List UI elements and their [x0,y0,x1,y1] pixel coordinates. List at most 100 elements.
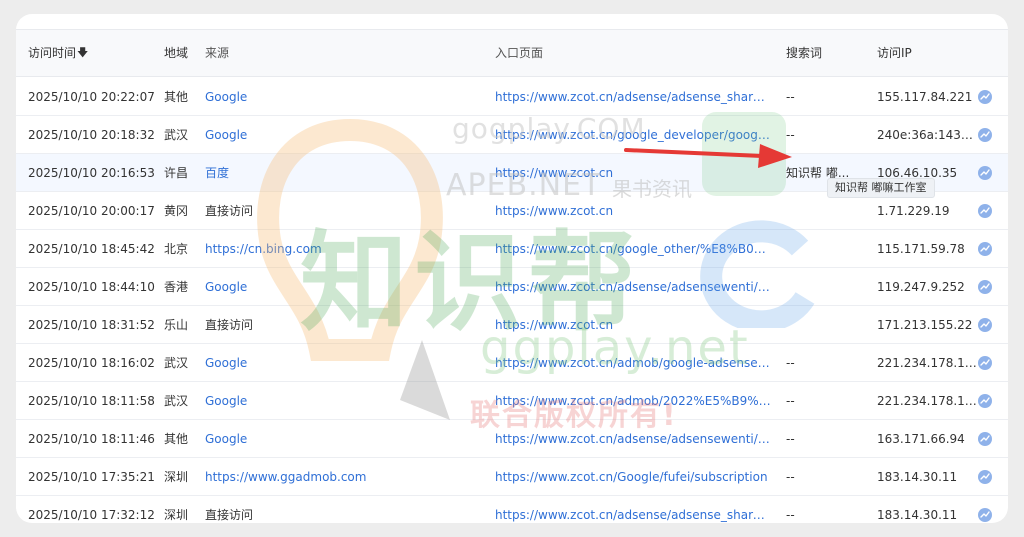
table-row[interactable]: 2025/10/10 17:32:12 深圳 直接访问 https://www.zco… [16,496,1008,523]
cell-region: 许昌 [164,165,189,180]
cell-region: 武汉 [164,127,189,142]
cell-entry-page-link[interactable]: https://www.zcot.cn/adsense/adsense_shar… [495,78,771,115]
row-action[interactable] [974,268,996,305]
cell-entry-page-link[interactable]: https://www.zcot.cn/adsense/adsensewenti… [495,268,771,305]
row-action[interactable] [974,420,996,457]
cell-search-keyword [786,230,866,267]
table-header: 访问时间 🡇 地域 来源 入口页面 搜索词 访问IP [16,29,1008,77]
cell-visit-ip: 155.117.84.221 [877,89,973,104]
cell-entry-page-link[interactable]: https://www.zcot.cn/adsense/adsense_shar… [495,496,771,523]
header-search-keyword: 搜索词 [786,46,823,60]
cell-source[interactable]: https://www.ggadmob.com [205,458,493,495]
keyword-tooltip: 知识帮 嘟嘛工作室 [827,178,935,198]
trend-chart-icon[interactable] [978,203,992,218]
cell-search-keyword: -- [786,507,795,522]
cell-region: 香港 [164,279,189,294]
visit-log-card: 访问时间 🡇 地域 来源 入口页面 搜索词 访问IP 2025/10/10 20:… [16,14,1008,523]
table-row[interactable]: 2025/10/10 18:16:02 武汉 Google https://www.z… [16,344,1008,382]
cell-entry-page-link[interactable]: https://www.zcot.cn/google_other/%E8%B0%… [495,230,771,267]
table-row[interactable]: 2025/10/10 18:45:42 北京 https://cn.bing.com… [16,230,1008,268]
cell-region: 武汉 [164,355,189,370]
cell-source[interactable]: Google [205,420,493,457]
cell-source[interactable]: Google [205,268,493,305]
cell-entry-page-link[interactable]: https://www.zcot.cn [495,154,771,191]
cell-visit-time: 2025/10/10 20:22:07 [28,89,155,104]
table-row[interactable]: 2025/10/10 18:44:10 香港 Google https://www.z… [16,268,1008,306]
trend-chart-icon[interactable] [978,165,992,180]
cell-visit-ip: 115.171.59.78 [877,241,965,256]
cell-source[interactable]: https://cn.bing.com [205,230,493,267]
row-action[interactable] [974,496,996,523]
row-action[interactable] [974,78,996,115]
cell-visit-time: 2025/10/10 20:18:32 [28,127,155,142]
cell-source[interactable]: Google [205,78,493,115]
arrow-down-icon[interactable]: 🡇 [77,34,88,72]
cell-region: 黄冈 [164,203,189,218]
row-action[interactable] [974,154,996,191]
cell-visit-time: 2025/10/10 18:16:02 [28,355,155,370]
row-action[interactable] [974,116,996,153]
header-source: 来源 [205,46,230,60]
cell-entry-page-link[interactable]: https://www.zcot.cn/admob/google-adsense… [495,344,771,381]
row-action[interactable] [974,306,996,343]
cell-visit-time: 2025/10/10 18:44:10 [28,279,155,294]
cell-search-keyword [786,306,866,343]
cell-visit-time: 2025/10/10 18:31:52 [28,317,155,332]
cell-source: 直接访问 [205,203,254,218]
header-visit-time[interactable]: 访问时间 🡇 [28,30,162,76]
table-row[interactable]: 2025/10/10 20:18:32 武汉 Google https://www.z… [16,116,1008,154]
cell-entry-page-link[interactable]: https://www.zcot.cn/admob/2022%E5%B9%B4.… [495,382,771,419]
row-action[interactable] [974,192,996,229]
cell-region: 其他 [164,89,189,104]
cell-visit-ip: 171.213.155.22 [877,317,973,332]
cell-source: 直接访问 [205,317,254,332]
trend-chart-icon[interactable] [978,127,992,142]
cell-entry-page-link[interactable]: https://www.zcot.cn/google_developer/goo… [495,116,771,153]
cell-visit-ip: 240e:36a:1437:... [877,127,977,142]
trend-chart-icon[interactable] [978,355,992,370]
table-row[interactable]: 2025/10/10 18:11:58 武汉 Google https://www.z… [16,382,1008,420]
cell-region: 乐山 [164,317,189,332]
cell-visit-time: 2025/10/10 18:11:46 [28,431,155,446]
row-action[interactable] [974,344,996,381]
cell-search-keyword: -- [786,355,795,370]
cell-source[interactable]: Google [205,116,493,153]
row-action[interactable] [974,382,996,419]
cell-visit-ip: 221.234.178.176 [877,393,977,408]
cell-visit-time: 2025/10/10 20:00:17 [28,203,155,218]
trend-chart-icon[interactable] [978,393,992,408]
cell-entry-page-link[interactable]: https://www.zcot.cn [495,306,771,343]
cell-search-keyword: -- [786,469,795,484]
cell-search-keyword: -- [786,89,795,104]
cell-search-keyword [786,268,866,305]
table-row[interactable]: 2025/10/10 20:22:07 其他 Google https://www.z… [16,78,1008,116]
cell-entry-page-link[interactable]: https://www.zcot.cn/adsense/adsensewenti… [495,420,771,457]
trend-chart-icon[interactable] [978,507,992,522]
trend-chart-icon[interactable] [978,431,992,446]
trend-chart-icon[interactable] [978,89,992,104]
cell-search-keyword: -- [786,393,795,408]
table-row[interactable]: 2025/10/10 18:11:46 其他 Google https://www.z… [16,420,1008,458]
cell-source[interactable]: Google [205,344,493,381]
trend-chart-icon[interactable] [978,317,992,332]
cell-source: 直接访问 [205,507,254,522]
cell-source[interactable]: 百度 [205,154,493,191]
cell-visit-time: 2025/10/10 18:45:42 [28,241,155,256]
cell-visit-time: 2025/10/10 17:35:21 [28,469,155,484]
cell-visit-time: 2025/10/10 18:11:58 [28,393,155,408]
cell-region: 武汉 [164,393,189,408]
cell-visit-time: 2025/10/10 17:32:12 [28,507,155,522]
cell-source[interactable]: Google [205,382,493,419]
row-action[interactable] [974,458,996,495]
table-row[interactable]: 2025/10/10 18:31:52 乐山 直接访问 https://www.zco… [16,306,1008,344]
table-row[interactable]: 2025/10/10 17:35:21 深圳 https://www.ggadmob… [16,458,1008,496]
row-action[interactable] [974,230,996,267]
cell-entry-page-link[interactable]: https://www.zcot.cn [495,192,771,229]
trend-chart-icon[interactable] [978,279,992,294]
trend-chart-icon[interactable] [978,469,992,484]
cell-search-keyword: -- [786,431,795,446]
cell-entry-page-link[interactable]: https://www.zcot.cn/Google/fufei/subscri… [495,458,771,495]
trend-chart-icon[interactable] [978,241,992,256]
header-entry-page: 入口页面 [495,46,544,60]
cell-region: 北京 [164,241,189,256]
